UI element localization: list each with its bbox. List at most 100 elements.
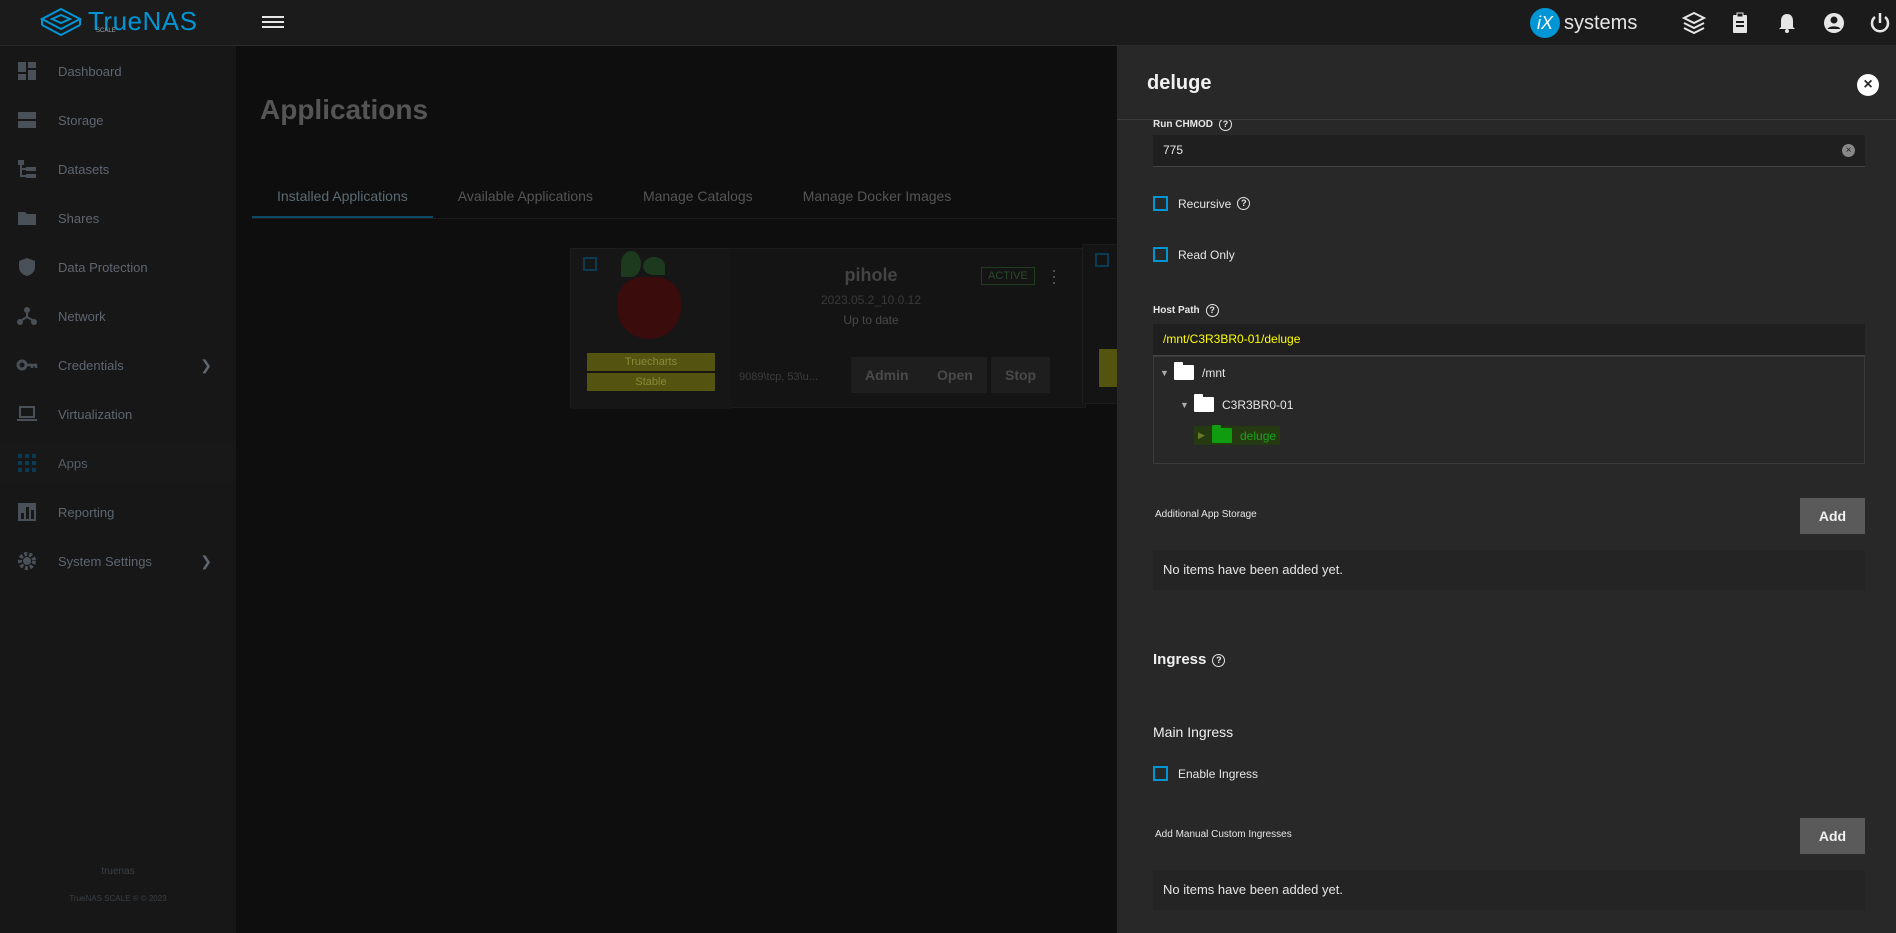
tree-node-pool[interactable]: ▼ C3R3BR0-01 xyxy=(1180,394,1294,412)
tree-node-label: /mnt xyxy=(1202,365,1226,380)
help-icon[interactable]: ? xyxy=(1212,653,1226,667)
folder-icon xyxy=(1212,425,1232,443)
storage-icon xyxy=(18,112,36,128)
pihole-logo-leaf xyxy=(621,251,641,277)
host-path-value: /mnt/C3R3BR0-01/deluge xyxy=(1163,332,1301,346)
read-only-checkbox[interactable]: Read Only xyxy=(1153,247,1235,262)
sidebar-item-datasets[interactable]: Datasets xyxy=(0,149,236,189)
sidebar-item-reporting[interactable]: Reporting xyxy=(0,492,236,532)
key-icon xyxy=(16,359,38,371)
ixsystems-logo[interactable]: iX systems xyxy=(1530,8,1637,38)
hostname: truenas xyxy=(101,866,135,877)
account-icon[interactable] xyxy=(1822,11,1846,35)
apps-icon xyxy=(18,454,36,472)
menu-toggle-button[interactable] xyxy=(262,13,284,31)
hamburger-icon xyxy=(262,16,284,18)
caret-right-icon[interactable]: ▶ xyxy=(1198,430,1212,441)
shares-icon xyxy=(18,212,36,225)
power-icon[interactable] xyxy=(1868,11,1892,35)
sidebar-item-label: System Settings xyxy=(58,553,152,569)
sidebar-item-virtualization[interactable]: Virtualization xyxy=(0,394,236,434)
run-chmod-input[interactable]: 775 × xyxy=(1153,135,1865,167)
truenas-logo[interactable]: TrueNAS xyxy=(40,6,197,37)
close-button[interactable]: × xyxy=(1857,74,1879,96)
app-name: pihole xyxy=(844,265,898,285)
tree-node-label: C3R3BR0-01 xyxy=(1222,397,1294,412)
host-path-label: Host Path? xyxy=(1153,304,1219,317)
ingress-heading: Ingress? xyxy=(1153,651,1226,668)
main-ingress-heading: Main Ingress xyxy=(1153,724,1234,740)
tree-node-deluge[interactable]: ▶ deluge xyxy=(1194,425,1281,445)
sidebar-item-apps[interactable]: Apps xyxy=(0,443,236,483)
status-badge: ACTIVE xyxy=(981,267,1035,285)
app-card-partial xyxy=(1082,244,1123,404)
tab-available-applications[interactable]: Available Applications xyxy=(433,178,618,218)
bell-icon[interactable] xyxy=(1775,11,1799,35)
copyright: TrueNAS SCALE ® © 2023 xyxy=(69,894,167,903)
network-icon xyxy=(17,307,37,325)
sidebar-item-storage[interactable]: Storage xyxy=(0,100,236,140)
enable-ingress-label: Enable Ingress xyxy=(1178,766,1259,781)
storage-empty-message: No items have been added yet. xyxy=(1153,550,1865,590)
admin-button[interactable]: Admin xyxy=(851,357,923,393)
caret-down-icon[interactable]: ▼ xyxy=(1160,368,1174,378)
sidebar-item-label: Data Protection xyxy=(58,259,148,275)
app-edit-panel: deluge × Run CHMOD? 775 × Recursive ? Re… xyxy=(1117,46,1896,933)
page-title: Applications xyxy=(260,94,429,125)
sidebar-item-label: Apps xyxy=(58,455,88,471)
app-update-status: Up to date xyxy=(843,313,899,327)
read-only-label: Read Only xyxy=(1178,247,1235,262)
stop-button[interactable]: Stop xyxy=(991,357,1051,393)
app-select-checkbox[interactable] xyxy=(583,257,597,271)
add-storage-button[interactable]: Add xyxy=(1800,498,1865,534)
tab-installed-applications[interactable]: Installed Applications xyxy=(252,178,433,218)
hamburger-line xyxy=(262,21,284,23)
brand-sub: SCALE xyxy=(96,28,116,34)
app-select-checkbox[interactable] xyxy=(1095,253,1109,267)
tab-manage-docker-images[interactable]: Manage Docker Images xyxy=(778,178,977,218)
sidebar-item-data-protection[interactable]: Data Protection xyxy=(0,247,236,287)
checkbox-icon xyxy=(1153,247,1168,262)
host-path-label-text: Host Path xyxy=(1153,305,1200,317)
more-vert-icon[interactable]: · · · xyxy=(1051,261,1057,291)
sidebar-item-label: Shares xyxy=(58,210,100,226)
laptop-icon xyxy=(17,406,37,421)
sidebar-item-network[interactable]: Network xyxy=(0,296,236,336)
run-chmod-value: 775 xyxy=(1163,143,1184,157)
sidebar-item-dashboard[interactable]: Dashboard xyxy=(0,51,236,91)
clear-icon[interactable]: × xyxy=(1842,144,1855,157)
sidebar-item-credentials[interactable]: Credentials ❯ xyxy=(0,345,236,385)
train-tag: Stable xyxy=(587,373,715,391)
sidebar-item-label: Network xyxy=(58,308,106,324)
app-card: Truecharts Stable pihole 2023.05.2_10.0.… xyxy=(570,248,1086,409)
run-chmod-label: Run CHMOD? xyxy=(1153,118,1232,132)
ix-text: systems xyxy=(1564,11,1638,34)
host-path-input[interactable]: /mnt/C3R3BR0-01/deluge xyxy=(1153,324,1865,356)
help-icon[interactable]: ? xyxy=(1237,197,1251,210)
sidebar-item-label: Credentials xyxy=(58,357,124,373)
truecommand-icon[interactable] xyxy=(1682,11,1706,35)
tab-manage-catalogs[interactable]: Manage Catalogs xyxy=(618,178,778,218)
app-card-logo-area: Truecharts Stable xyxy=(571,249,731,409)
panel-title: deluge xyxy=(1147,72,1212,94)
file-tree: ▼ /mnt ▼ C3R3BR0-01 ▶ deluge xyxy=(1153,356,1865,464)
tree-node-mnt[interactable]: ▼ /mnt xyxy=(1160,362,1226,380)
clipboard-icon[interactable] xyxy=(1728,11,1752,35)
caret-down-icon[interactable]: ▼ xyxy=(1180,400,1194,410)
help-icon[interactable]: ? xyxy=(1205,304,1219,317)
hamburger-line xyxy=(262,26,284,28)
sidebar-item-label: Storage xyxy=(58,112,104,128)
recursive-checkbox[interactable]: Recursive ? xyxy=(1153,196,1251,211)
ingress-empty-message: No items have been added yet. xyxy=(1153,870,1865,910)
sidebar-item-shares[interactable]: Shares xyxy=(0,198,236,238)
sidebar-item-label: Virtualization xyxy=(58,406,133,422)
enable-ingress-checkbox[interactable]: Enable Ingress xyxy=(1153,766,1258,781)
add-ingress-button[interactable]: Add xyxy=(1800,818,1865,854)
checkbox-icon xyxy=(1153,766,1168,781)
folder-icon xyxy=(1194,394,1214,412)
checkbox-icon xyxy=(1153,196,1168,211)
open-button[interactable]: Open xyxy=(923,357,987,393)
sidebar-item-system-settings[interactable]: System Settings ❯ xyxy=(0,541,236,581)
panel-header: deluge × xyxy=(1117,46,1896,120)
pihole-logo-leaf xyxy=(643,257,665,275)
